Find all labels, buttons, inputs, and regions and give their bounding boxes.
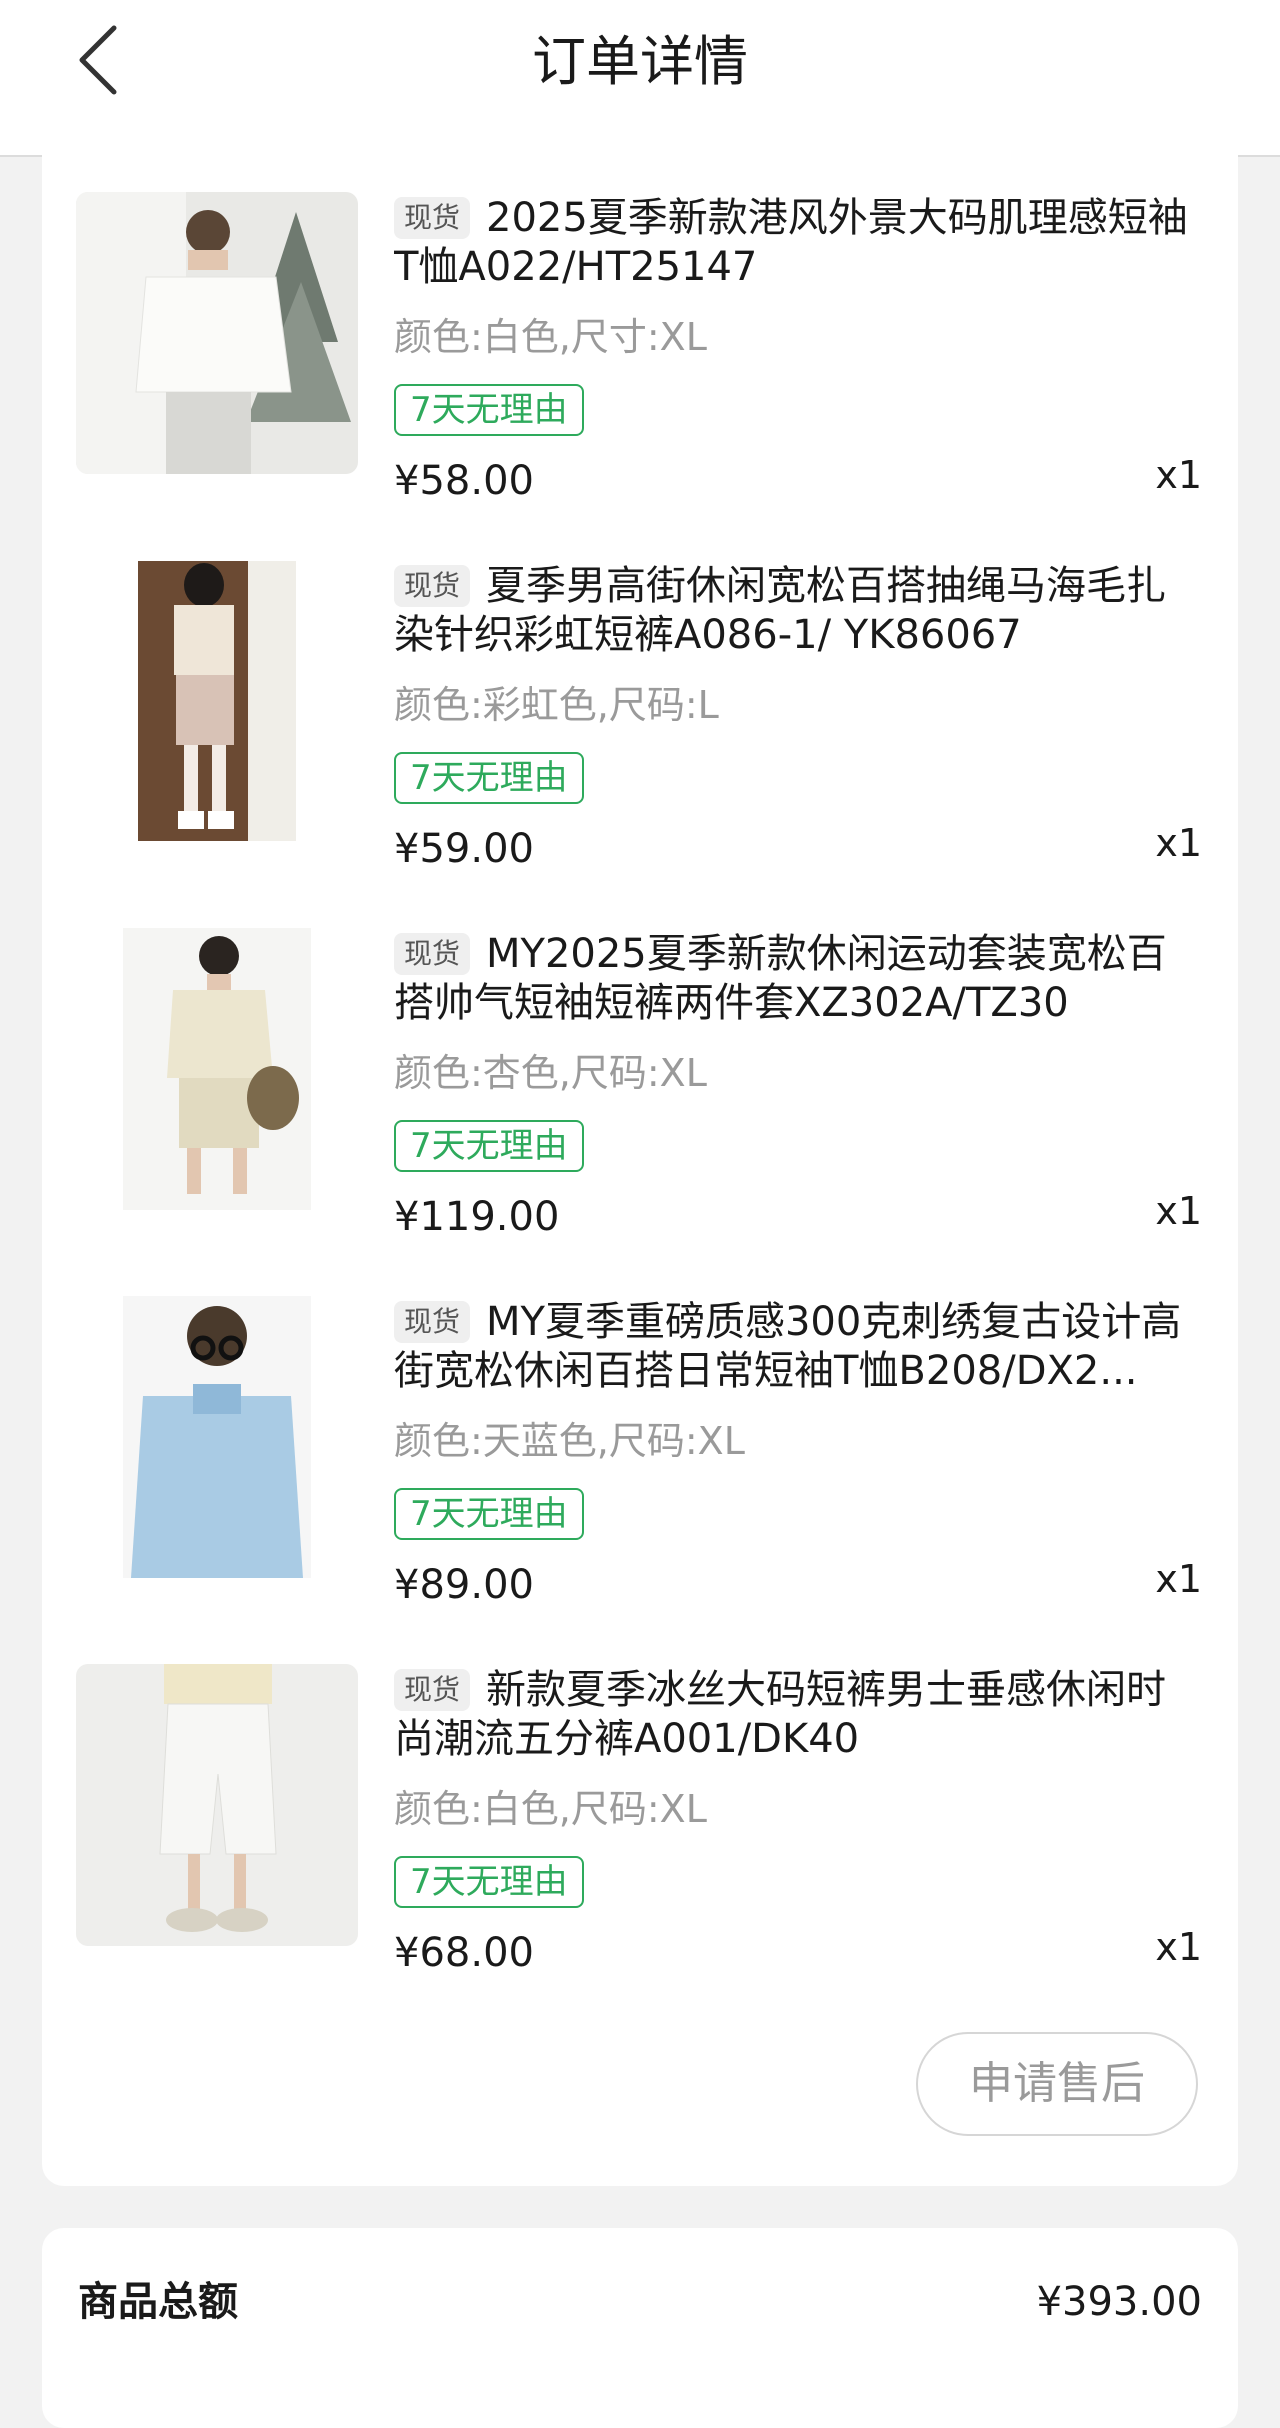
product-quantity: x1 [1155,821,1202,865]
header-bar: 订单详情 [0,0,1280,157]
product-price: ¥89.00 [394,1562,534,1608]
product-thumbnail[interactable] [76,1296,358,1578]
product-quantity: x1 [1155,1925,1202,1969]
order-item[interactable]: 现货 新款夏季冰丝大码短裤男士垂感休闲时尚潮流五分裤A001/DK40 颜色:白色… [42,1622,1238,1990]
apply-after-sale-button[interactable]: 申请售后 [916,2032,1198,2136]
product-spec: 颜色:杏色,尺码:XL [394,1051,707,1095]
return-policy-badge: 7天无理由 [394,752,584,804]
page-title: 订单详情 [532,30,748,93]
product-thumbnail[interactable] [76,192,358,474]
return-policy-badge: 7天无理由 [394,1120,584,1172]
product-price: ¥58.00 [394,458,534,504]
return-policy-badge: 7天无理由 [394,1856,584,1908]
in-stock-tag: 现货 [394,933,471,975]
order-items-card: 现货 2025夏季新款港风外景大码肌理感短袖T恤A022/HT25147 颜色:白… [42,150,1238,2186]
product-title[interactable]: 现货 新款夏季冰丝大码短裤男士垂感休闲时尚潮流五分裤A001/DK40 [394,1666,1196,1764]
product-title[interactable]: 现货 2025夏季新款港风外景大码肌理感短袖T恤A022/HT25147 [394,194,1196,292]
product-title-text: 2025夏季新款港风外景大码肌理感短袖T恤A022/HT25147 [394,195,1188,290]
in-stock-tag: 现货 [394,1669,471,1711]
product-spec: 颜色:彩虹色,尺码:L [394,683,719,727]
product-title[interactable]: 现货 MY2025夏季新款休闲运动套装宽松百搭帅气短袖短裤两件套XZ302A/TZ… [394,930,1196,1028]
goods-total-label: 商品总额 [78,2279,238,2325]
in-stock-tag: 现货 [394,565,471,607]
product-quantity: x1 [1155,1189,1202,1233]
product-title-text: MY夏季重磅质感300克刺绣复古设计高街宽松休闲百搭日常短袖T恤B208/DX2… [394,1299,1182,1394]
product-title-text: MY2025夏季新款休闲运动套装宽松百搭帅气短袖短裤两件套XZ302A/TZ30 [394,931,1167,1026]
product-title[interactable]: 现货 夏季男高街休闲宽松百搭抽绳马海毛扎染针织彩虹短裤A086-1/ YK8606… [394,562,1196,660]
order-item[interactable]: 现货 2025夏季新款港风外景大码肌理感短袖T恤A022/HT25147 颜色:白… [42,150,1238,518]
order-item[interactable]: 现货 夏季男高街休闲宽松百搭抽绳马海毛扎染针织彩虹短裤A086-1/ YK8606… [42,518,1238,886]
product-price: ¥119.00 [394,1194,560,1240]
product-quantity: x1 [1155,453,1202,497]
order-item[interactable]: 现货 MY2025夏季新款休闲运动套装宽松百搭帅气短袖短裤两件套XZ302A/TZ… [42,886,1238,1254]
return-policy-badge: 7天无理由 [394,384,584,436]
order-summary-card: 商品总额 ¥393.00 [42,2228,1238,2428]
product-price: ¥68.00 [394,1930,534,1976]
in-stock-tag: 现货 [394,1301,471,1343]
product-title[interactable]: 现货 MY夏季重磅质感300克刺绣复古设计高街宽松休闲百搭日常短袖T恤B208/D… [394,1298,1196,1396]
product-spec: 颜色:天蓝色,尺码:XL [394,1419,745,1463]
product-title-text: 夏季男高街休闲宽松百搭抽绳马海毛扎染针织彩虹短裤A086-1/ YK86067 [394,563,1167,658]
product-spec: 颜色:白色,尺码:XL [394,1787,707,1831]
product-thumbnail[interactable] [76,1664,358,1946]
order-item[interactable]: 现货 MY夏季重磅质感300克刺绣复古设计高街宽松休闲百搭日常短袖T恤B208/D… [42,1254,1238,1622]
in-stock-tag: 现货 [394,197,471,239]
product-thumbnail[interactable] [76,928,358,1210]
product-quantity: x1 [1155,1557,1202,1601]
return-policy-badge: 7天无理由 [394,1488,584,1540]
product-title-text: 新款夏季冰丝大码短裤男士垂感休闲时尚潮流五分裤A001/DK40 [394,1667,1167,1762]
product-spec: 颜色:白色,尺寸:XL [394,315,707,359]
product-price: ¥59.00 [394,826,534,872]
goods-total-value: ¥393.00 [1036,2279,1202,2325]
product-thumbnail[interactable] [76,560,358,842]
